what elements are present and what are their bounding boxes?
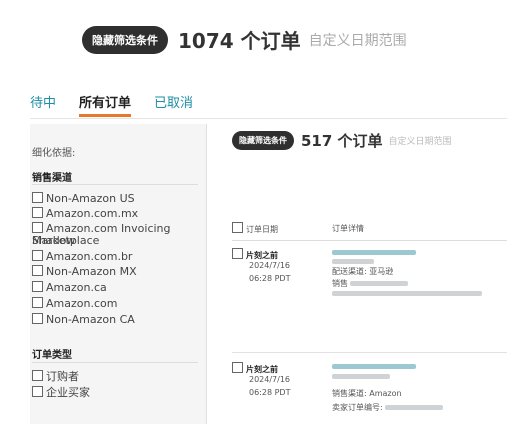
checkbox[interactable] <box>32 222 43 233</box>
order-id-link[interactable] <box>332 248 416 257</box>
order-tabs: 待中 所有订单 已取消 <box>30 90 507 119</box>
checkbox[interactable] <box>32 207 43 218</box>
column-order-detail: 订单详情 <box>332 224 364 233</box>
filter-sidebar: 细化依据: 销售渠道 Non-Amazon US Amazon.com.mx A… <box>30 124 207 424</box>
filter-type-purchaser[interactable]: 订购者 <box>32 370 79 383</box>
checkbox[interactable] <box>32 313 43 324</box>
row-divider <box>232 352 507 353</box>
order-type-heading: 订单类型 <box>32 350 72 361</box>
date-range[interactable]: 自定义日期范围 <box>309 30 407 50</box>
orders-table-header: 订单日期 订单详情 <box>232 216 507 241</box>
order-date: 2024/7/16 <box>249 261 291 270</box>
divider <box>32 362 198 363</box>
order-seller-number: 卖家订单编号: <box>332 402 443 413</box>
filter-channel-non-amazon-mx[interactable]: Non-Amazon MX <box>32 265 137 278</box>
redacted-text <box>332 257 374 266</box>
filter-channel-marketplace-wrap: Marketplace <box>32 234 100 247</box>
order-channel: 配送渠道: 亚马逊 <box>332 267 394 276</box>
filter-channel-amazon-br[interactable]: Amazon.com.br <box>32 250 132 263</box>
checkbox[interactable] <box>32 370 43 381</box>
filter-type-business[interactable]: 企业买家 <box>32 386 90 399</box>
tab-cancelled[interactable]: 已取消 <box>154 92 193 111</box>
top-summary: 隐藏筛选条件 1074 个订单 自定义日期范围 <box>82 25 407 54</box>
inner-date-range[interactable]: 自定义日期范围 <box>389 134 452 147</box>
redacted-text <box>332 289 482 298</box>
order-time: 06:28 PDT <box>249 274 291 283</box>
table-row: 片刻之前 2024/7/16 06:28 PDT 配送渠道: 亚马逊 销售 <box>232 248 507 308</box>
column-order-date: 订单日期 <box>232 222 278 235</box>
refine-label: 细化依据: <box>32 148 76 159</box>
hide-filters-button[interactable]: 隐藏筛选条件 <box>82 25 168 54</box>
filter-channel-amazon-mx[interactable]: Amazon.com.mx <box>32 207 138 220</box>
select-all-checkbox[interactable] <box>232 222 243 233</box>
row-checkbox[interactable] <box>232 362 243 373</box>
checkbox[interactable] <box>32 250 43 261</box>
row-checkbox[interactable] <box>232 248 243 259</box>
tab-all-orders[interactable]: 所有订单 <box>79 92 131 111</box>
checkbox[interactable] <box>32 265 43 276</box>
active-tab-indicator <box>79 114 131 117</box>
checkbox[interactable] <box>32 386 43 397</box>
filter-channel-amazon-com[interactable]: Amazon.com <box>32 297 117 310</box>
inner-order-count: 517 个订单 <box>301 132 383 150</box>
checkbox[interactable] <box>32 281 43 292</box>
order-age: 片刻之前 <box>232 362 278 375</box>
order-seller: 销售 <box>332 278 408 289</box>
order-age: 片刻之前 <box>232 248 278 261</box>
filter-channel-non-amazon-us[interactable]: Non-Amazon US <box>32 192 135 205</box>
inner-summary: 隐藏筛选条件 517 个订单 自定义日期范围 <box>232 130 452 151</box>
checkbox[interactable] <box>32 192 43 203</box>
divider <box>32 184 198 185</box>
order-id-link[interactable] <box>332 362 416 371</box>
order-date: 2024/7/16 <box>249 375 291 384</box>
order-time: 06:28 PDT <box>249 388 291 397</box>
sales-channel-heading: 销售渠道 <box>32 173 72 184</box>
order-count: 1074 个订单 <box>178 29 301 53</box>
table-row: 片刻之前 2024/7/16 06:28 PDT 销售渠道: Amazon 卖家… <box>232 362 507 422</box>
filter-channel-amazon-ca[interactable]: Amazon.ca <box>32 281 107 294</box>
checkbox[interactable] <box>32 297 43 308</box>
order-channel: 销售渠道: Amazon <box>332 389 402 398</box>
filter-channel-non-amazon-ca[interactable]: Non-Amazon CA <box>32 313 135 326</box>
tab-pending[interactable]: 待中 <box>30 92 56 111</box>
inner-hide-filters-button[interactable]: 隐藏筛选条件 <box>232 131 294 150</box>
redacted-text <box>332 372 390 381</box>
